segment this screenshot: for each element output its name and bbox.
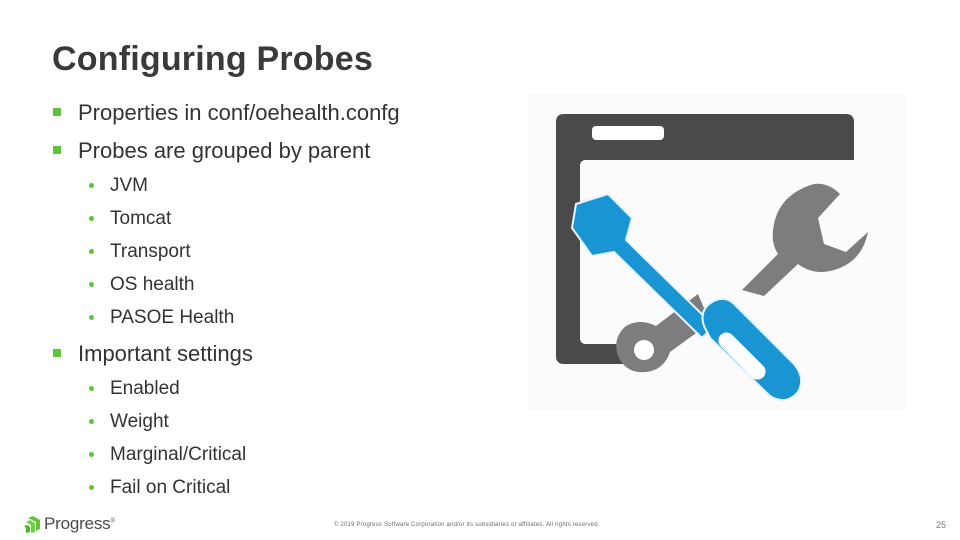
dot-bullet-icon xyxy=(89,315,94,320)
square-bullet-icon xyxy=(53,146,61,154)
slide-title: Configuring Probes xyxy=(52,40,373,78)
registered-mark: ® xyxy=(110,518,115,525)
sub-bullet-text: Transport xyxy=(110,241,191,262)
square-bullet-icon xyxy=(53,108,61,116)
bullet-text: Properties in conf/oehealth.confg xyxy=(78,100,400,125)
sub-bullet-item: Weight xyxy=(89,411,169,433)
bullet-text: Probes are grouped by parent xyxy=(78,138,371,163)
dot-bullet-icon xyxy=(89,485,94,490)
sub-bullet-text: Tomcat xyxy=(110,208,172,229)
settings-tools-illustration xyxy=(528,94,906,410)
sub-bullet-text: JVM xyxy=(110,175,148,196)
sub-bullet-item: OS health xyxy=(89,274,195,296)
progress-logo: Progress® xyxy=(24,513,115,535)
bullet-item: Important settings xyxy=(53,341,253,367)
dot-bullet-icon xyxy=(89,183,94,188)
bullet-item: Probes are grouped by parent xyxy=(53,138,371,164)
page-number: 25 xyxy=(936,520,947,530)
sub-bullet-text: Enabled xyxy=(110,378,180,399)
copyright-notice: © 2019 Progress Software Corporation and… xyxy=(334,522,600,528)
square-bullet-icon xyxy=(53,349,61,357)
sub-bullet-text: OS health xyxy=(110,274,195,295)
sub-bullet-item: JVM xyxy=(89,175,148,197)
dot-bullet-icon xyxy=(89,282,94,287)
sub-bullet-text: Marginal/Critical xyxy=(110,444,247,465)
logo-wordmark: Progress® xyxy=(44,514,115,534)
sub-bullet-item: Fail on Critical xyxy=(89,477,231,499)
dot-bullet-icon xyxy=(89,216,94,221)
sub-bullet-text: Fail on Critical xyxy=(110,477,231,498)
bullet-text: Important settings xyxy=(78,341,253,366)
sub-bullet-item: Tomcat xyxy=(89,208,172,230)
sub-bullet-item: PASOE Health xyxy=(89,307,235,329)
sub-bullet-item: Transport xyxy=(89,241,191,263)
dot-bullet-icon xyxy=(89,419,94,424)
dot-bullet-icon xyxy=(89,386,94,391)
dot-bullet-icon xyxy=(89,249,94,254)
sub-bullet-text: Weight xyxy=(110,411,169,432)
sub-bullet-text: PASOE Health xyxy=(110,307,235,328)
sub-bullet-item: Marginal/Critical xyxy=(89,444,247,466)
sub-bullet-item: Enabled xyxy=(89,378,180,400)
dot-bullet-icon xyxy=(89,452,94,457)
progress-logo-icon xyxy=(24,515,40,533)
bullet-item: Properties in conf/oehealth.confg xyxy=(53,100,400,126)
logo-text: Progress xyxy=(44,514,111,533)
